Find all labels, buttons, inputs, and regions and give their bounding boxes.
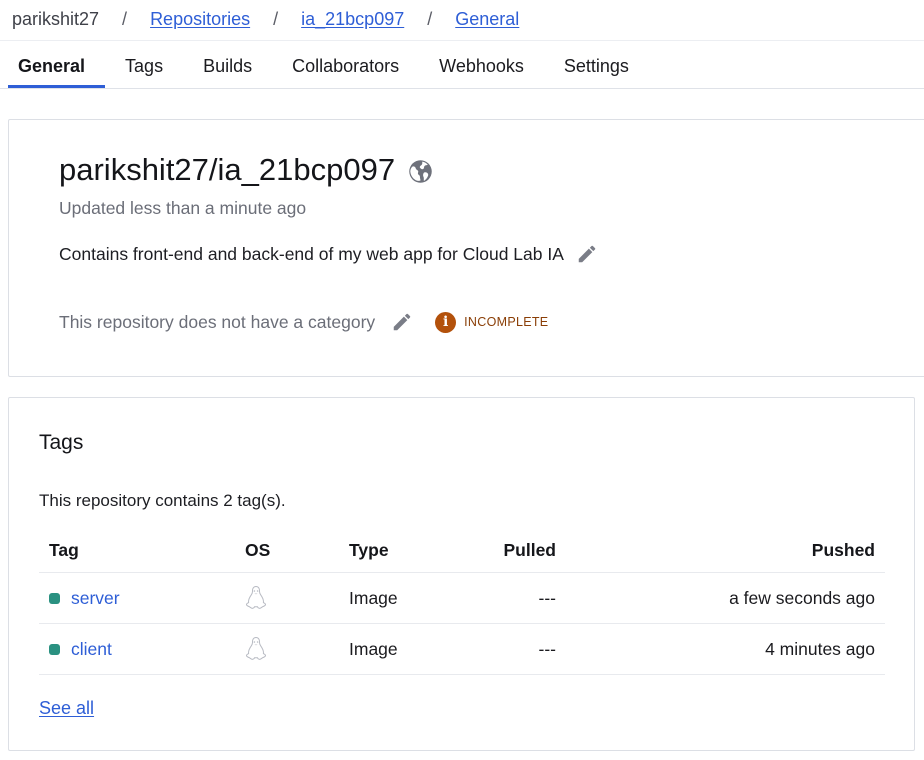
- os-cell: [245, 573, 267, 623]
- tab-collaborators[interactable]: Collaborators: [272, 46, 419, 88]
- pulled-cell: ---: [538, 638, 556, 659]
- tag-link-client[interactable]: client: [71, 639, 112, 660]
- breadcrumb-general-link[interactable]: General: [455, 9, 519, 30]
- pushed-cell: a few seconds ago: [729, 587, 875, 608]
- tab-builds[interactable]: Builds: [183, 46, 272, 88]
- tab-settings[interactable]: Settings: [544, 46, 649, 88]
- tag-cell: server: [49, 573, 120, 623]
- description-text: Contains front-end and back-end of my we…: [59, 243, 564, 264]
- tab-webhooks[interactable]: Webhooks: [419, 46, 544, 88]
- column-header-pulled: Pulled: [503, 540, 556, 560]
- tag-link-server[interactable]: server: [71, 588, 120, 609]
- repository-name: parikshit27/ia_21bcp097: [59, 152, 396, 187]
- table-header-row: Tag OS Type Pulled Pushed: [39, 529, 885, 573]
- type-cell: Image: [349, 587, 398, 608]
- repository-description: Contains front-end and back-end of my we…: [59, 243, 598, 265]
- column-header-type: Type: [349, 540, 389, 560]
- updated-timestamp: Updated less than a minute ago: [59, 198, 307, 218]
- tags-card: Tags This repository contains 2 tag(s). …: [8, 397, 915, 751]
- edit-category-pencil-icon[interactable]: [391, 311, 413, 333]
- os-cell: [245, 624, 267, 674]
- globe-icon: [407, 157, 434, 184]
- info-icon: i: [435, 311, 457, 333]
- tabs-divider: [0, 88, 924, 89]
- tags-count-text: This repository contains 2 tag(s).: [39, 491, 286, 510]
- see-all-tags-link[interactable]: See all: [39, 698, 94, 719]
- pushed-cell: 4 minutes ago: [765, 638, 875, 659]
- table-row: client Image --- 4 minutes ago: [39, 624, 885, 675]
- breadcrumb-owner: parikshit27: [12, 8, 100, 29]
- pulled-cell: ---: [538, 587, 556, 608]
- incomplete-status-badge: i INCOMPLETE: [435, 311, 549, 333]
- breadcrumb-separator: /: [122, 8, 128, 29]
- type-cell: Image: [349, 638, 398, 659]
- tab-general[interactable]: General: [8, 46, 106, 88]
- category-text: This repository does not have a category: [59, 311, 376, 332]
- breadcrumb: parikshit27 / Repositories / ia_21bcp097…: [12, 6, 519, 32]
- breadcrumb-repositories-link[interactable]: Repositories: [150, 9, 250, 30]
- status-badge-text: INCOMPLETE: [464, 315, 549, 329]
- tags-table: Tag OS Type Pulled Pushed server Image -…: [39, 529, 885, 675]
- breadcrumb-repo-link[interactable]: ia_21bcp097: [301, 9, 404, 30]
- tag-status-dot: [49, 592, 60, 604]
- header-divider: [0, 40, 924, 41]
- tab-tags[interactable]: Tags: [105, 46, 183, 88]
- tags-section-title: Tags: [39, 431, 84, 454]
- breadcrumb-separator: /: [273, 8, 279, 29]
- linux-icon: [245, 636, 267, 662]
- repository-info-card: parikshit27/ia_21bcp097 Updated less tha…: [8, 119, 924, 377]
- repository-category: This repository does not have a category…: [59, 311, 548, 333]
- tag-cell: client: [49, 624, 112, 674]
- breadcrumb-separator: /: [427, 8, 433, 29]
- edit-description-pencil-icon[interactable]: [576, 243, 598, 265]
- column-header-tag: Tag: [49, 540, 79, 560]
- repository-title: parikshit27/ia_21bcp097: [59, 152, 434, 188]
- tab-bar: General Tags Builds Collaborators Webhoo…: [8, 46, 649, 88]
- column-header-os: OS: [245, 540, 271, 560]
- tag-status-dot: [49, 643, 60, 655]
- linux-icon: [245, 585, 267, 611]
- table-row: server Image --- a few seconds ago: [39, 573, 885, 624]
- column-header-pushed: Pushed: [811, 540, 875, 560]
